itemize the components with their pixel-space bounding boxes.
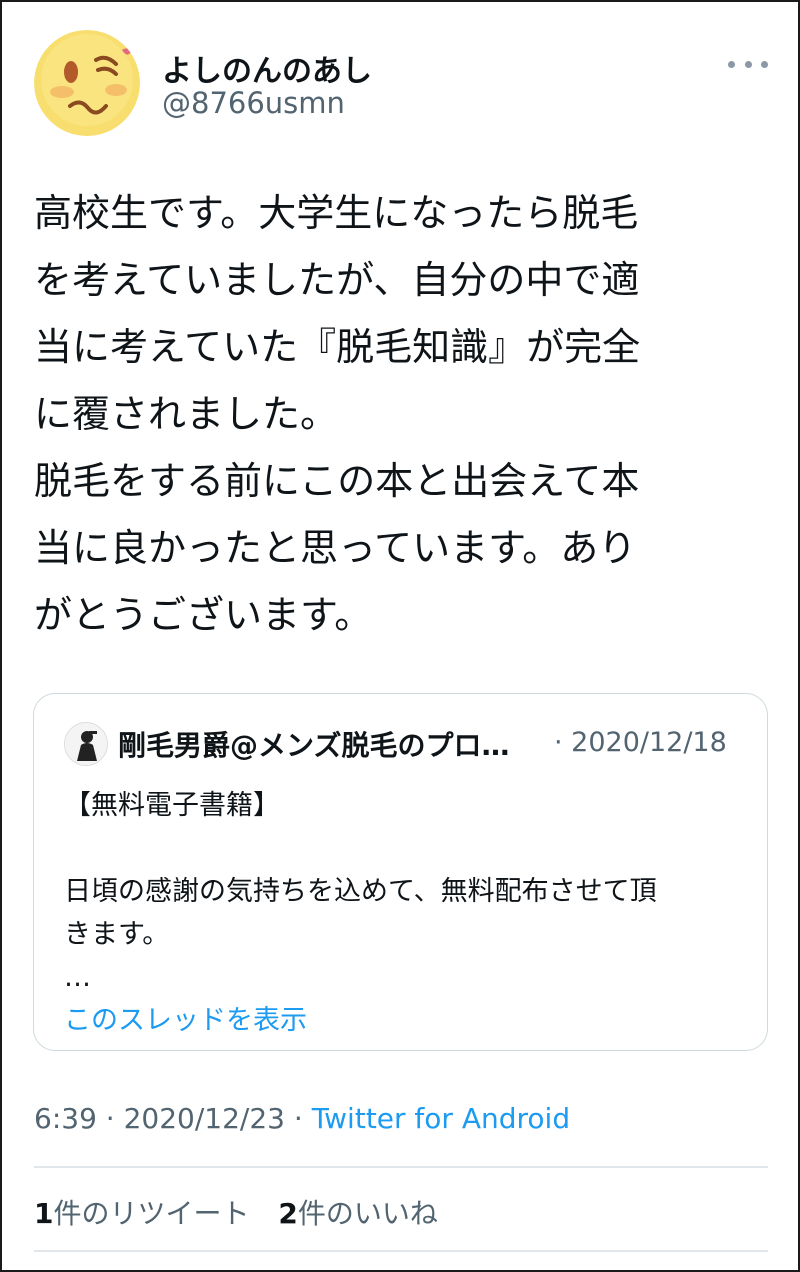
author-avatar[interactable] — [34, 30, 140, 136]
show-thread-link[interactable]: このスレッドを表示 — [64, 998, 307, 1037]
tweet-text-line: 脱毛をする前にこの本と出会えて本 — [34, 459, 640, 503]
quoted-tweet-card[interactable]: 剛毛男爵@メンズ脱毛のプロ… · 2020/12/18 【無料電子書籍】 日頃の… — [33, 693, 768, 1051]
tweet-source-link[interactable]: Twitter for Android — [312, 1102, 570, 1135]
more-options-icon[interactable] — [728, 52, 768, 76]
like-label: 件のいいね — [297, 1197, 438, 1230]
quoted-text-line — [64, 827, 657, 870]
tweet-text: 高校生です。大学生になったら脱毛 を考えていましたが、自分の中で適 当に考えてい… — [34, 180, 754, 649]
tweet-text-line: を考えていましたが、自分の中で適 — [34, 258, 640, 302]
tweet-detail-frame: よしのんのあし @8766usmn 高校生です。大学生になったら脱毛 を考えてい… — [0, 0, 800, 1272]
tweet-time[interactable]: 6:39 — [34, 1102, 97, 1135]
tweet-date[interactable]: 2020/12/23 — [124, 1102, 285, 1135]
quoted-author-avatar[interactable] — [64, 722, 108, 766]
quoted-text-line: … — [64, 962, 91, 993]
tweet-text-line: に覆されました。 — [34, 392, 339, 436]
like-count-link[interactable]: 2件のいいね — [278, 1197, 438, 1230]
retweet-count: 1 — [34, 1197, 54, 1230]
quoted-text-line: きます。 — [64, 919, 170, 950]
like-count: 2 — [278, 1197, 298, 1230]
engagement-stats: 1件のリツイート 2件のいいね — [34, 1192, 458, 1232]
quoted-author-name[interactable]: 剛毛男爵@メンズ脱毛のプロ… — [118, 724, 509, 764]
smiley-avatar-icon — [34, 30, 140, 136]
divider — [34, 1166, 768, 1168]
quoted-tweet-date: · 2020/12/18 — [554, 727, 727, 758]
tweet-text-line: 当に良かったと思っています。あり — [34, 526, 637, 570]
person-silhouette-icon — [65, 723, 107, 765]
tweet-text-line: 当に考えていた『脱毛知識』が完全 — [34, 325, 641, 369]
author-name[interactable]: よしのんのあし — [162, 46, 372, 90]
dot — [761, 60, 768, 68]
quoted-tweet-text: 【無料電子書籍】 日頃の感謝の気持ちを込めて、無料配布させて頂 きます。 … — [64, 784, 657, 999]
author-handle[interactable]: @8766usmn — [162, 86, 345, 120]
quoted-text-line: 日頃の感謝の気持ちを込めて、無料配布させて頂 — [64, 876, 657, 907]
dot — [744, 60, 752, 68]
retweet-label: 件のリツイート — [53, 1197, 250, 1230]
meta-separator: · — [284, 1102, 312, 1135]
meta-separator: · — [96, 1102, 124, 1135]
quoted-text-line: 【無料電子書籍】 — [64, 790, 280, 821]
retweet-count-link[interactable]: 1件のリツイート — [34, 1197, 250, 1230]
dot — [728, 60, 735, 68]
tweet-text-line: がとうございます。 — [34, 593, 373, 637]
tweet-text-line: 高校生です。大学生になったら脱毛 — [34, 191, 639, 235]
tweet-metadata: 6:39 · 2020/12/23 · Twitter for Android — [34, 1102, 570, 1135]
divider — [34, 1250, 768, 1252]
